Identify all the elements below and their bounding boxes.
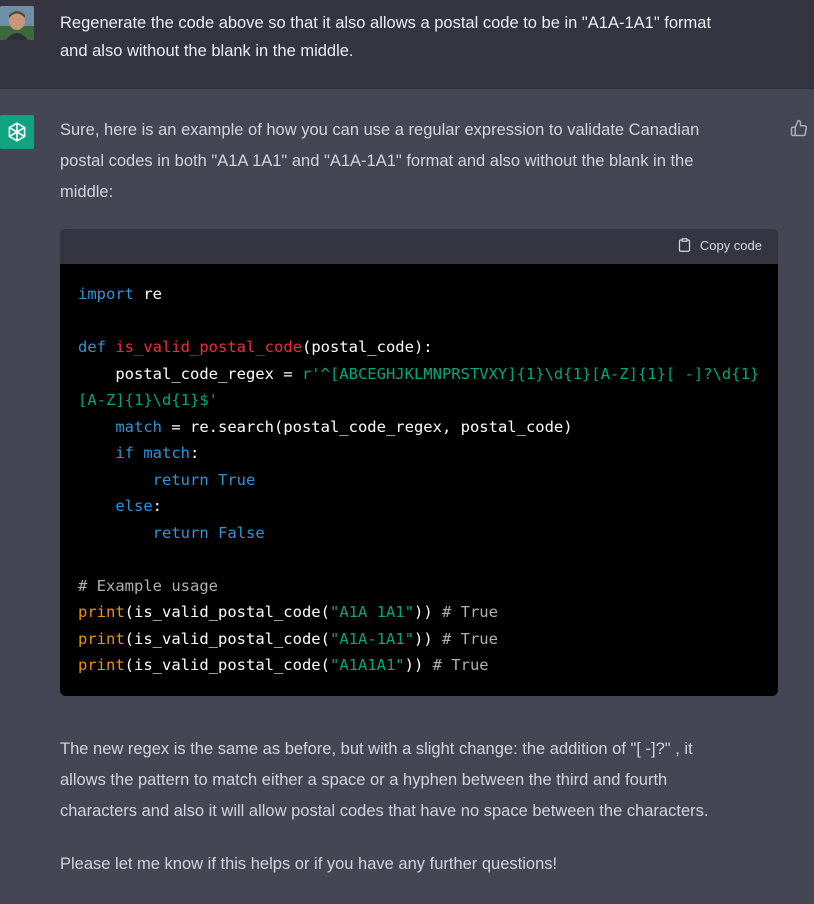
- code-line: print(is_valid_postal_code("A1A1A1")) # …: [78, 652, 760, 679]
- code-token: if: [115, 444, 134, 462]
- code-line: import re: [78, 281, 760, 308]
- code-token: match: [115, 417, 162, 436]
- intro-line: postal codes in both "A1A 1A1" and "A1A-…: [60, 152, 694, 170]
- code-block: Copy code import re def is_valid_postal_…: [60, 229, 778, 696]
- code-token: print: [78, 603, 125, 621]
- code-token: match: [134, 444, 190, 462]
- explanation-line: allows the pattern to match either a spa…: [60, 771, 668, 789]
- code-token: # True: [441, 629, 498, 648]
- intro-line: middle:: [60, 183, 114, 201]
- code-token: (postal_code):: [301, 338, 433, 356]
- code-token: import: [78, 285, 134, 303]
- assistant-explanation: The new regex is the same as before, but…: [60, 734, 780, 827]
- code-line: else:: [78, 493, 760, 520]
- closing-line: Please let me know if this helps or if y…: [60, 855, 558, 873]
- user-message-line: and also without the blank in the middle…: [60, 42, 354, 60]
- code-token: (is_valid_postal_code(: [124, 656, 330, 674]
- code-token: (is_valid_postal_code(: [124, 603, 330, 621]
- code-token: (is_valid_postal_code(: [124, 629, 330, 648]
- code-token: = re.search(postal_code_regex, postal_co…: [162, 417, 573, 436]
- code-token: # Example usage: [78, 576, 218, 595]
- code-token: return: [152, 523, 209, 542]
- explanation-line: The new regex is the same as before, but…: [60, 740, 693, 758]
- code-line: def is_valid_postal_code(postal_code):: [78, 334, 760, 361]
- intro-line: Sure, here is an example of how you can …: [60, 121, 700, 139]
- explanation-line: characters and also it will allow postal…: [60, 802, 709, 820]
- code-token: "A1A1A1": [329, 656, 405, 674]
- code-token: "A1A-1A1": [329, 629, 414, 648]
- openai-logo-icon: [0, 115, 34, 149]
- copy-code-button[interactable]: Copy code: [677, 237, 762, 253]
- code-token: # True: [441, 603, 498, 621]
- code-token: [A-Z]{1}\d{1}$': [78, 391, 218, 409]
- code-line: print(is_valid_postal_code("A1A 1A1")) #…: [78, 599, 760, 626]
- code-token: return: [152, 470, 209, 489]
- code-line: [A-Z]{1}\d{1}$': [78, 387, 760, 414]
- user-avatar: [0, 6, 34, 40]
- code-line: if match:: [78, 440, 760, 467]
- user-message-line: Regenerate the code above so that it als…: [60, 14, 712, 32]
- code-line: print(is_valid_postal_code("A1A-1A1")) #…: [78, 626, 760, 653]
- code-token: :: [152, 497, 162, 515]
- code-token: is_valid_postal_code: [115, 338, 302, 356]
- assistant-message-row: Sure, here is an example of how you can …: [0, 89, 814, 904]
- code-token: re: [134, 285, 162, 303]
- code-line: return True: [78, 467, 760, 494]
- assistant-intro: Sure, here is an example of how you can …: [60, 115, 780, 208]
- user-message-text: Regenerate the code above so that it als…: [60, 9, 780, 65]
- code-token: # True: [432, 656, 489, 674]
- code-token: False: [208, 523, 265, 542]
- code-line: # Example usage: [78, 573, 760, 600]
- code-token: True: [208, 470, 256, 489]
- clipboard-icon: [678, 238, 690, 252]
- code-token: )): [413, 629, 442, 648]
- code-token: )): [404, 656, 433, 674]
- code-line: return False: [78, 520, 760, 547]
- code-token: postal_code_regex =: [78, 364, 302, 383]
- code-token: )): [413, 603, 442, 621]
- code-token: print: [78, 629, 125, 648]
- code-token: def: [78, 338, 106, 356]
- code-token: r'^[ABCEGHJKLMNPRSTVXY]{1}\d{1}[A-Z]{1}[…: [301, 364, 760, 383]
- assistant-closing: Please let me know if this helps or if y…: [60, 849, 780, 880]
- code-token: "A1A 1A1": [329, 603, 414, 621]
- code-content: import re def is_valid_postal_code(posta…: [60, 264, 778, 696]
- code-block-header: Copy code: [60, 229, 778, 264]
- code-token: print: [78, 656, 125, 674]
- thumbs-up-icon[interactable]: [790, 119, 808, 137]
- code-line: postal_code_regex = r'^[ABCEGHJKLMNPRSTV…: [78, 361, 760, 388]
- code-token: :: [190, 444, 200, 462]
- code-token: else: [115, 497, 153, 515]
- user-message-row: Regenerate the code above so that it als…: [0, 0, 814, 89]
- code-line: match = re.search(postal_code_regex, pos…: [78, 414, 760, 441]
- copy-code-label: Copy code: [699, 237, 762, 253]
